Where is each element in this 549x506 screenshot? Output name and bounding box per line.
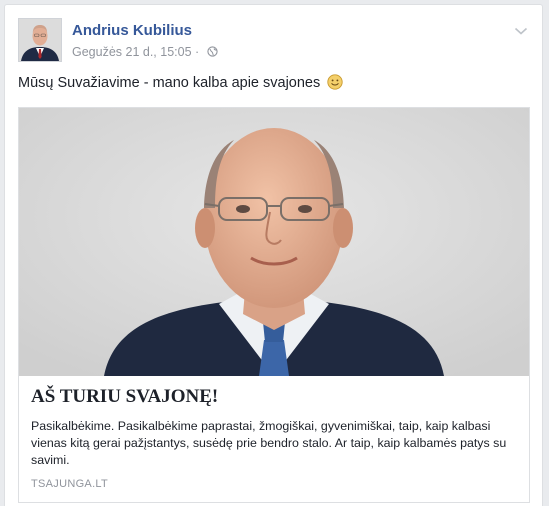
post-header: Andrius Kubilius Gegužės 21 d., 15:05 · — [18, 18, 532, 64]
chevron-down-icon[interactable] — [514, 26, 528, 36]
avatar-image — [19, 19, 61, 61]
portrait-photo — [19, 108, 529, 376]
post-meta: Gegužės 21 d., 15:05 · — [72, 44, 218, 59]
author-name[interactable]: Andrius Kubilius — [72, 22, 192, 39]
post-card: Andrius Kubilius Gegužės 21 d., 15:05 · … — [4, 4, 543, 506]
smile-emoji-icon — [327, 74, 343, 90]
link-preview-image[interactable] — [19, 108, 529, 376]
post-timestamp[interactable]: Gegužės 21 d., 15:05 — [72, 45, 192, 59]
avatar[interactable] — [18, 18, 62, 62]
globe-icon[interactable] — [207, 46, 218, 57]
post-message: Mūsų Suvažiavime - mano kalba apie svajo… — [18, 75, 321, 91]
link-preview[interactable]: AŠ TURIU SVAJONĘ! Pasikalbėkime. Pasikal… — [18, 107, 530, 503]
link-description: Pasikalbėkime. Pasikalbėkime paprastai, … — [31, 419, 507, 467]
post-text: Mūsų Suvažiavime - mano kalba apie svajo… — [18, 74, 343, 91]
link-domain: TSAJUNGA.LT — [31, 478, 109, 490]
meta-separator: · — [195, 44, 200, 59]
link-title[interactable]: AŠ TURIU SVAJONĘ! — [31, 386, 218, 408]
